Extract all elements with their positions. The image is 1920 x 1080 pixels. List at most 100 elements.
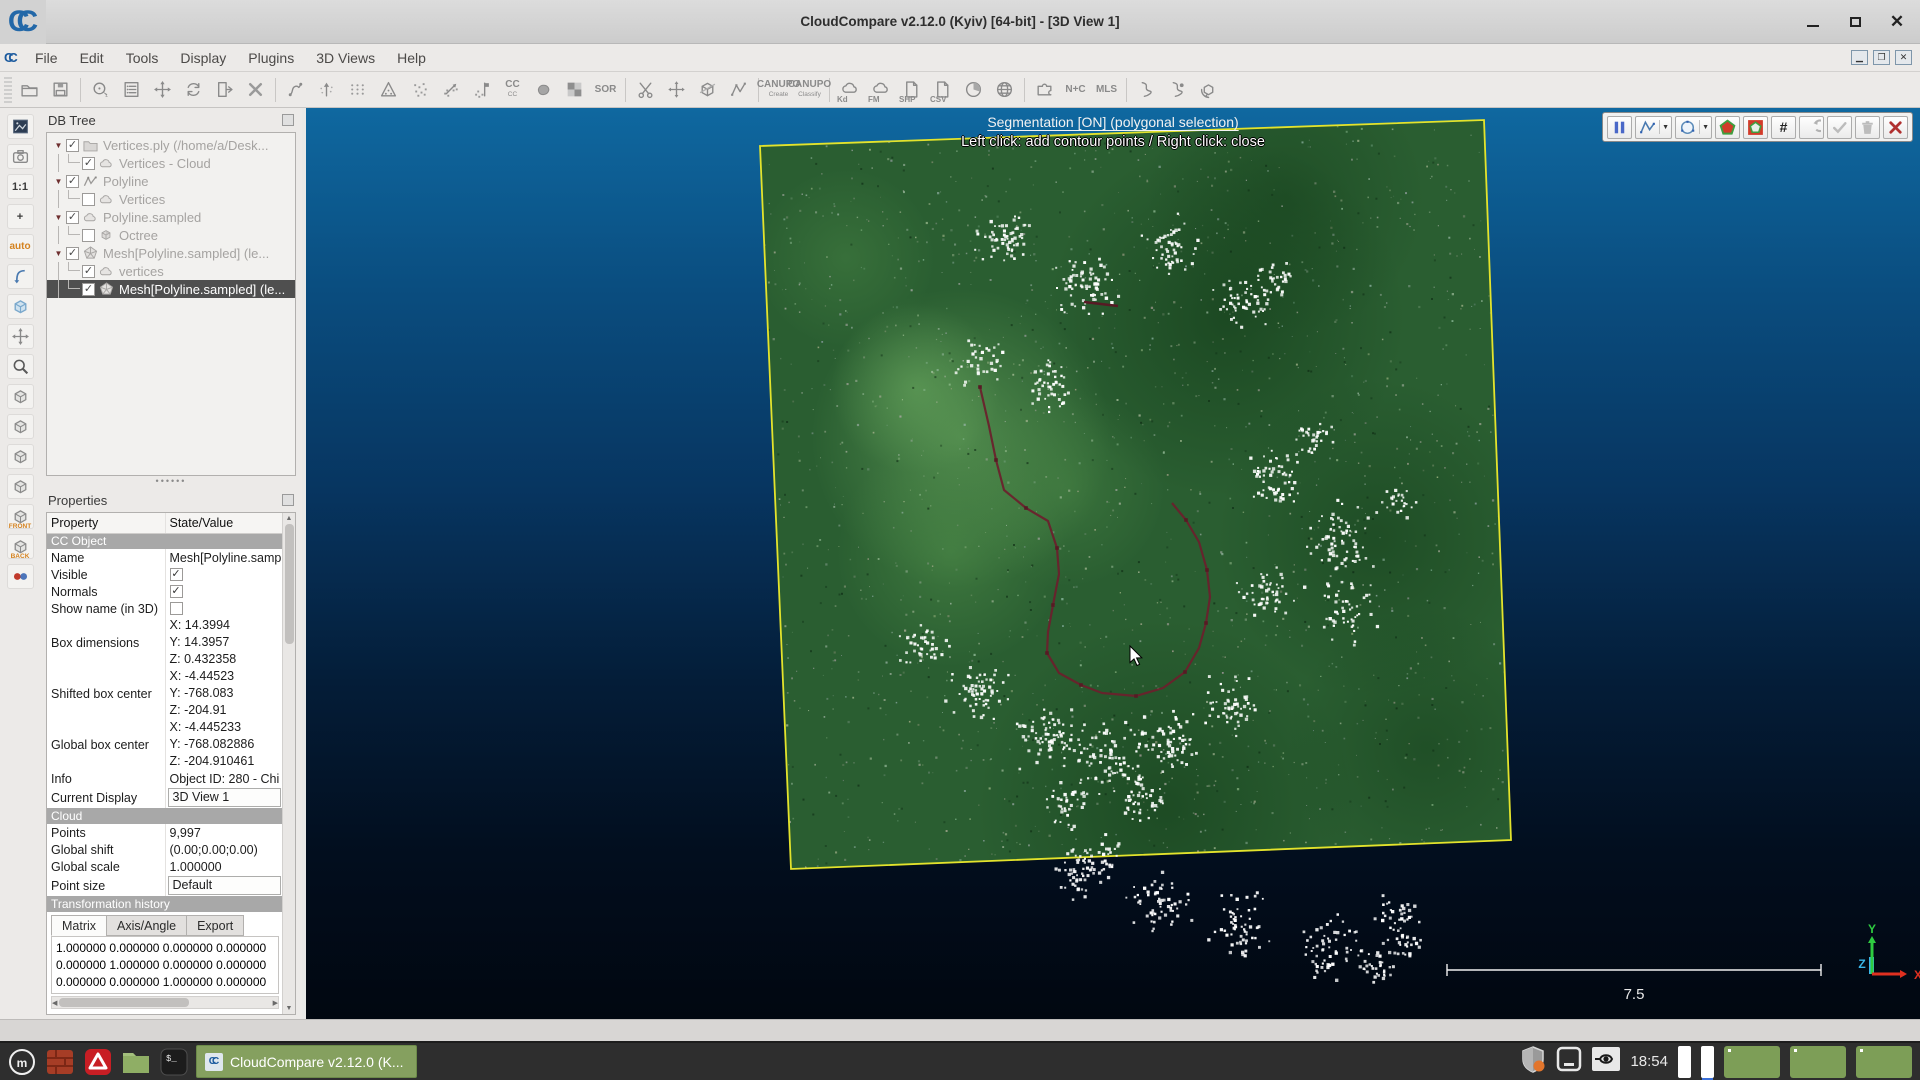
kd-tree-icon[interactable]: Kd — [834, 74, 865, 106]
color-scale-icon[interactable] — [958, 74, 989, 106]
right-view-icon[interactable] — [7, 474, 34, 499]
expand-arrow-icon[interactable]: ▼ — [51, 141, 66, 150]
rasterize-icon[interactable] — [559, 74, 590, 106]
visibility-checkbox[interactable]: ✓ — [82, 265, 95, 278]
visibility-checkbox[interactable]: ✓ — [82, 157, 95, 170]
visibility-checkbox[interactable]: ✓ — [66, 211, 79, 224]
panel-splitter[interactable]: •••••• — [40, 476, 302, 488]
window-preview-1[interactable] — [1724, 1046, 1780, 1078]
apply-transformation-icon[interactable] — [178, 74, 209, 106]
tree-item-mesh-polyline-sampled-le[interactable]: ▼✓Mesh[Polyline.sampled] (le... — [47, 244, 295, 262]
export-coordinates-icon[interactable] — [209, 74, 240, 106]
perspective-view-icon[interactable] — [7, 294, 34, 319]
filter-points-icon[interactable] — [311, 74, 342, 106]
prop-checkbox[interactable]: ✓ — [170, 585, 183, 598]
visibility-checkbox[interactable]: ✓ — [66, 247, 79, 260]
tree-item-polyline[interactable]: ▼✓Polyline — [47, 172, 295, 190]
confirm-button[interactable] — [1827, 116, 1852, 139]
tree-item-vertices-ply-home-a-desk[interactable]: ▼✓Vertices.ply (/home/a/Desk... — [47, 136, 295, 154]
properties-float-icon[interactable] — [282, 494, 294, 506]
set-class-button[interactable]: # — [1771, 116, 1796, 139]
fine-registration-icon[interactable] — [435, 74, 466, 106]
menu-edit[interactable]: Edit — [69, 44, 115, 71]
db-tree-float-icon[interactable] — [282, 114, 294, 126]
nvidia-tray-icon[interactable] — [1592, 1047, 1620, 1076]
map-projection-icon[interactable] — [989, 74, 1020, 106]
segment-tool-icon[interactable] — [280, 74, 311, 106]
visibility-checkbox[interactable] — [82, 193, 95, 206]
confirm-delete-button[interactable] — [1855, 116, 1880, 139]
stereo-icon[interactable] — [7, 564, 34, 589]
menu-tools[interactable]: Tools — [115, 44, 170, 71]
spline-fit-icon[interactable] — [1162, 74, 1193, 106]
expand-arrow-icon[interactable]: ▼ — [51, 177, 66, 186]
shp-export-icon[interactable]: SHP — [896, 74, 927, 106]
mls-smoothing-icon[interactable]: MLS — [1091, 74, 1122, 106]
facets-mesh-icon[interactable]: FM — [865, 74, 896, 106]
update-shield-tray-icon[interactable] — [1520, 1045, 1546, 1078]
render-screenshot-icon[interactable] — [7, 114, 34, 139]
pause-segmentation-button[interactable] — [1607, 116, 1632, 139]
menu-help[interactable]: Help — [386, 44, 437, 71]
segment-in-button[interactable] — [1715, 116, 1740, 139]
undo-button[interactable] — [1799, 116, 1824, 139]
menu-3d-views[interactable]: 3D Views — [305, 44, 386, 71]
polygon-selection-button[interactable]: ▼ — [1675, 116, 1712, 139]
dropdown-arrow-icon[interactable]: ▼ — [1699, 120, 1709, 134]
top-view-icon[interactable] — [7, 384, 34, 409]
visibility-checkbox[interactable] — [82, 229, 95, 242]
tree-item-vertices[interactable]: ✓vertices — [47, 262, 295, 280]
workspace-bar-1[interactable] — [1678, 1046, 1691, 1078]
octree-compute-icon[interactable] — [373, 74, 404, 106]
translate-rotate-icon[interactable] — [147, 74, 178, 106]
tab-export[interactable]: Export — [186, 915, 244, 936]
files-launcher-icon[interactable] — [120, 1046, 152, 1078]
plugins-icon[interactable] — [1029, 74, 1060, 106]
polyline-selection-button[interactable]: ▼ — [1635, 116, 1672, 139]
firewall-launcher-icon[interactable] — [44, 1046, 76, 1078]
display-tray-icon[interactable] — [1556, 1046, 1582, 1077]
tree-item-octree[interactable]: Octree — [47, 226, 295, 244]
sor-filter-icon[interactable]: SOR — [590, 74, 621, 106]
zoom-center-icon[interactable] — [85, 74, 116, 106]
bspline-icon[interactable] — [1131, 74, 1162, 106]
point-cloud-scene[interactable]: 7.5 Y Z X — [306, 108, 1920, 1019]
matrix-h-scrollbar[interactable]: ◀▶ — [51, 996, 279, 1009]
workspace-bar-2[interactable] — [1701, 1046, 1714, 1078]
segment-out-button[interactable] — [1743, 116, 1768, 139]
minimize-button[interactable] — [1800, 9, 1826, 35]
mdi-restore-button[interactable]: ❐ — [1873, 50, 1890, 65]
dropdown-arrow-icon[interactable]: ▼ — [1659, 120, 1669, 134]
canupo-classify-icon[interactable]: CANUPOClassify — [794, 74, 825, 106]
back-view-icon[interactable]: BACK — [7, 534, 34, 559]
menu-plugins[interactable]: Plugins — [237, 44, 305, 71]
mdi-close-button[interactable]: ✕ — [1895, 50, 1912, 65]
open-icon[interactable] — [14, 74, 45, 106]
front-view-icon[interactable]: FRONT — [7, 504, 34, 529]
menu-display[interactable]: Display — [169, 44, 237, 71]
auto-pick-center-icon[interactable]: auto — [7, 234, 34, 259]
toolbar-grip[interactable] — [4, 77, 12, 103]
visibility-checkbox[interactable]: ✓ — [66, 139, 79, 152]
mdi-minimize-button[interactable]: ▁ — [1851, 50, 1868, 65]
properties-v-scrollbar[interactable]: ▲ ▼ — [282, 513, 295, 1014]
register-icon[interactable] — [404, 74, 435, 106]
save-icon[interactable] — [45, 74, 76, 106]
current-display-dropdown[interactable]: 3D View 1 — [168, 788, 282, 807]
menu-file[interactable]: File — [24, 44, 69, 71]
cloud-cloud-distance-icon[interactable]: CCCC — [497, 74, 528, 106]
bottom-view-icon[interactable] — [7, 414, 34, 439]
trace-polyline-icon[interactable] — [723, 74, 754, 106]
tree-item-vertices[interactable]: Vertices — [47, 190, 295, 208]
tab-matrix[interactable]: Matrix — [51, 915, 106, 936]
clipping-box-icon[interactable] — [692, 74, 723, 106]
visibility-checkbox[interactable]: ✓ — [82, 283, 95, 296]
left-view-icon[interactable] — [7, 444, 34, 469]
expand-arrow-icon[interactable]: ▼ — [51, 213, 66, 222]
delete-icon[interactable] — [240, 74, 271, 106]
point-size-dropdown[interactable]: Default — [168, 876, 282, 895]
console-icon[interactable] — [116, 74, 147, 106]
visibility-checkbox[interactable]: ✓ — [66, 175, 79, 188]
tree-item-vertices-cloud[interactable]: ✓Vertices - Cloud — [47, 154, 295, 172]
zoom-1-1-icon[interactable]: 1:1 — [7, 174, 34, 199]
